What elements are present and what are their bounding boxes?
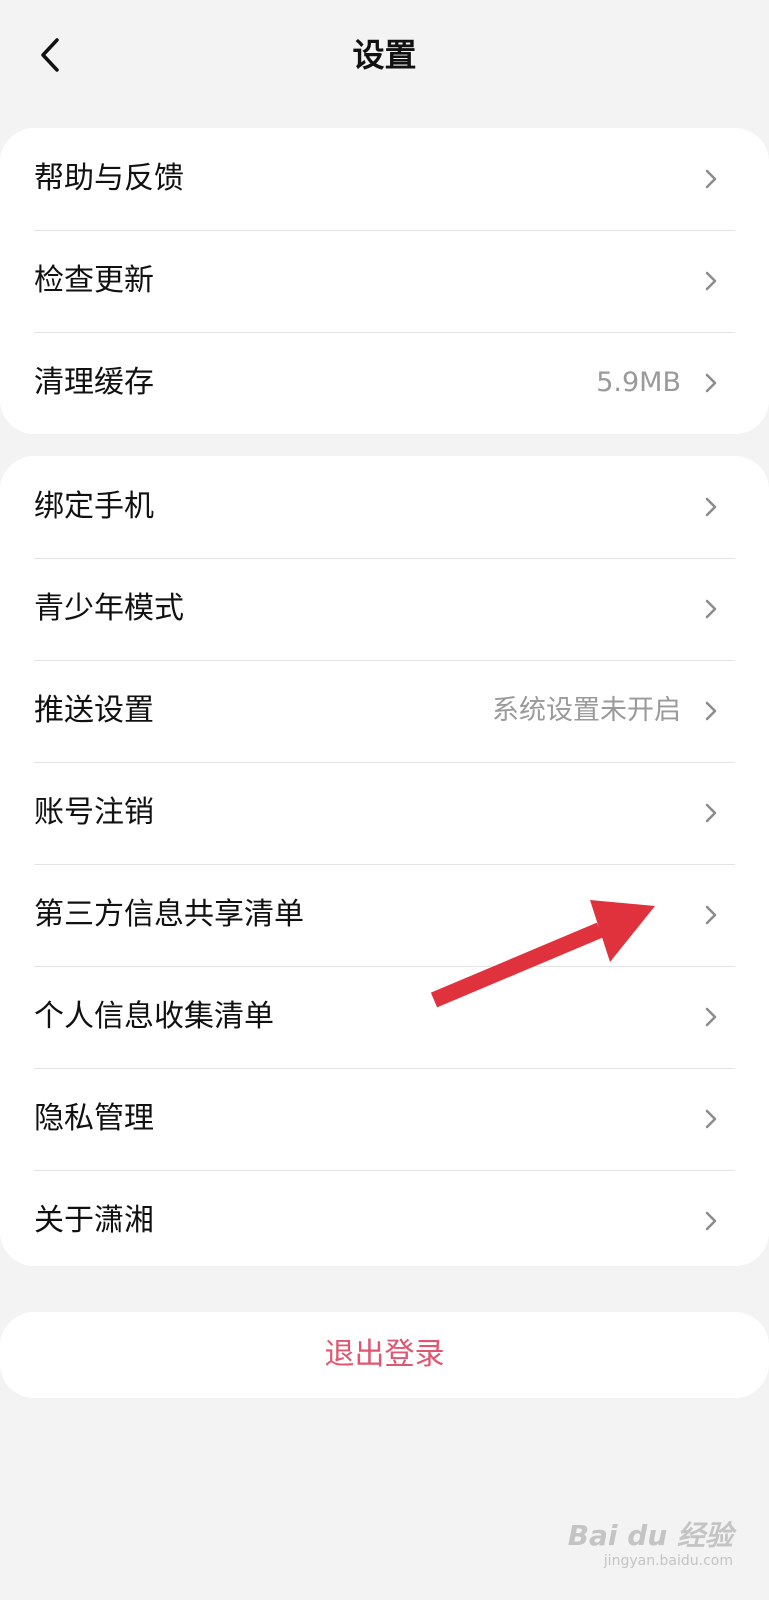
- red-arrow-annotation: [430, 900, 655, 1008]
- watermark-url-text: jingyan.baidu.com: [603, 1553, 733, 1569]
- chevron-right-icon: [705, 271, 717, 291]
- baidu-jingyan-watermark: Bai du 经验 jingyan.baidu.com: [568, 1520, 733, 1570]
- chevron-right-icon: [705, 497, 717, 517]
- settings-row-teen-mode[interactable]: 青少年模式: [0, 558, 769, 660]
- row-label: 检查更新: [34, 263, 154, 298]
- chevron-right-icon: [705, 905, 717, 925]
- row-label: 青少年模式: [34, 591, 184, 626]
- row-label: 第三方信息共享清单: [34, 897, 304, 932]
- chevron-right-icon: [705, 599, 717, 619]
- push-status-value: 系统设置未开启: [492, 695, 681, 726]
- settings-row-clear-cache[interactable]: 清理缓存 5.9MB: [0, 332, 769, 434]
- row-label: 绑定手机: [34, 489, 154, 524]
- settings-row-about[interactable]: 关于潇湘: [0, 1170, 769, 1272]
- chevron-right-icon: [705, 373, 717, 393]
- row-label: 清理缓存: [34, 365, 154, 400]
- settings-group-account: 绑定手机 青少年模式 推送设置 系统设置未开启 账号注销 第三方信息共享清单 个…: [0, 456, 769, 1266]
- row-label: 帮助与反馈: [34, 161, 184, 196]
- chevron-right-icon: [705, 169, 717, 189]
- settings-row-push-settings[interactable]: 推送设置 系统设置未开启: [0, 660, 769, 762]
- logout-label: 退出登录: [324, 1337, 445, 1372]
- chevron-right-icon: [705, 1109, 717, 1129]
- page-title: 设置: [352, 36, 417, 74]
- row-label: 个人信息收集清单: [34, 999, 274, 1034]
- chevron-right-icon: [705, 1211, 717, 1231]
- chevron-right-icon: [705, 803, 717, 823]
- chevron-right-icon: [705, 1007, 717, 1027]
- settings-row-help-feedback[interactable]: 帮助与反馈: [0, 128, 769, 230]
- row-label: 账号注销: [34, 795, 154, 830]
- row-label: 关于潇湘: [34, 1203, 154, 1238]
- settings-row-privacy-management[interactable]: 隐私管理: [0, 1068, 769, 1170]
- row-label: 隐私管理: [34, 1101, 154, 1136]
- watermark-main-text: Bai du 经验: [567, 1519, 733, 1552]
- chevron-right-icon: [705, 701, 717, 721]
- settings-group-general: 帮助与反馈 检查更新 清理缓存 5.9MB: [0, 128, 769, 434]
- top-bar: 设置: [0, 0, 769, 110]
- settings-row-check-update[interactable]: 检查更新: [0, 230, 769, 332]
- settings-row-account-deletion[interactable]: 账号注销: [0, 762, 769, 864]
- row-label: 推送设置: [34, 693, 154, 728]
- settings-row-bind-phone[interactable]: 绑定手机: [0, 456, 769, 558]
- logout-button[interactable]: 退出登录: [0, 1312, 769, 1398]
- cache-size-value: 5.9MB: [596, 367, 681, 398]
